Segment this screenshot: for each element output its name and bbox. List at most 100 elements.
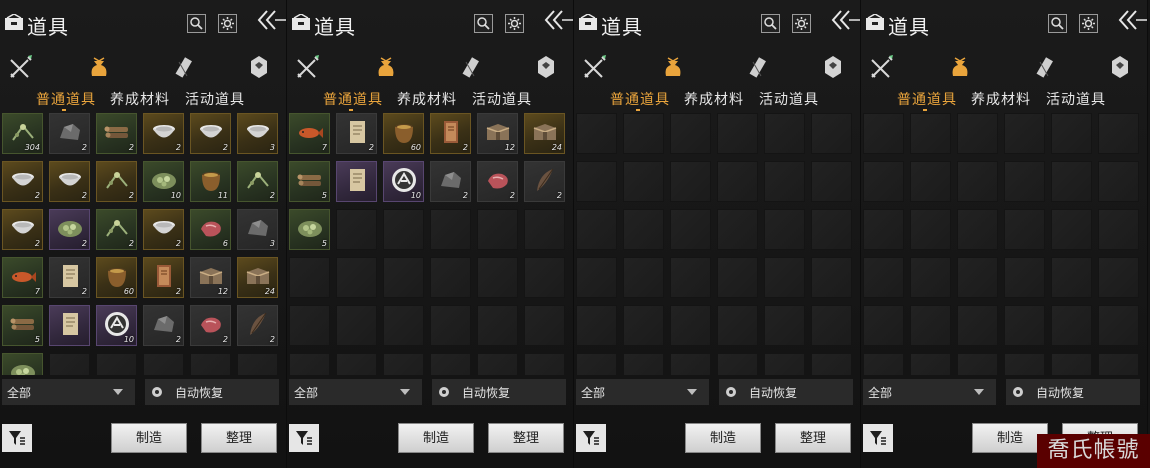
item-slot[interactable]: 2: [237, 161, 278, 202]
tab-normal-items[interactable]: 普通道具: [897, 89, 957, 109]
filter-button[interactable]: [289, 424, 319, 452]
item-slot[interactable]: 2: [430, 113, 471, 154]
item-slot[interactable]: 2: [143, 305, 184, 346]
auto-recover-button[interactable]: 自动恢复: [432, 379, 566, 405]
item-slot[interactable]: 2: [336, 113, 377, 154]
gem-category-icon[interactable]: [820, 54, 848, 82]
item-slot[interactable]: 11: [190, 161, 231, 202]
search-button[interactable]: [761, 14, 780, 33]
item-slot[interactable]: 2: [190, 305, 231, 346]
item-slot[interactable]: 60: [383, 113, 424, 154]
item-slot[interactable]: 2: [96, 209, 137, 250]
item-slot[interactable]: 24: [524, 113, 565, 154]
gem-category-icon[interactable]: [533, 54, 561, 82]
collapse-arrows-icon[interactable]: [542, 8, 574, 32]
tab-event-items[interactable]: 活动道具: [759, 89, 819, 109]
item-slot[interactable]: 2: [143, 209, 184, 250]
item-slot[interactable]: 5: [289, 161, 330, 202]
craft-button[interactable]: 制造: [398, 423, 474, 453]
scroll-category-icon[interactable]: [459, 54, 487, 82]
tab-normal-items[interactable]: 普通道具: [36, 89, 96, 109]
filter-dropdown[interactable]: 全部: [863, 379, 996, 405]
filter-dropdown[interactable]: 全部: [2, 379, 135, 405]
auto-recover-button[interactable]: 自动恢复: [719, 379, 853, 405]
craft-button[interactable]: 制造: [111, 423, 187, 453]
weapon-category-icon[interactable]: [8, 54, 36, 82]
item-slot[interactable]: 2: [143, 113, 184, 154]
item-slot[interactable]: 7: [289, 113, 330, 154]
tab-cultivation-materials[interactable]: 养成材料: [971, 89, 1031, 109]
tab-event-items[interactable]: 活动道具: [185, 89, 245, 109]
settings-button[interactable]: [792, 14, 811, 33]
settings-button[interactable]: [1079, 14, 1098, 33]
item-slot[interactable]: 3: [237, 209, 278, 250]
craft-button[interactable]: 制造: [685, 423, 761, 453]
item-slot[interactable]: 24: [237, 257, 278, 298]
gem-category-icon[interactable]: [246, 54, 274, 82]
item-slot[interactable]: 7: [2, 257, 43, 298]
gem-category-icon[interactable]: [1107, 54, 1135, 82]
item-slot[interactable]: [49, 305, 90, 346]
collapse-arrows-icon[interactable]: [255, 8, 287, 32]
item-pouch-category-icon[interactable]: [86, 54, 114, 82]
sort-button[interactable]: 整理: [775, 423, 851, 453]
item-pouch-category-icon[interactable]: [373, 54, 401, 82]
collapse-arrows-icon[interactable]: [829, 8, 861, 32]
item-slot[interactable]: 304: [2, 113, 43, 154]
item-slot[interactable]: 2: [430, 161, 471, 202]
item-slot[interactable]: 6: [190, 209, 231, 250]
weapon-category-icon[interactable]: [295, 54, 323, 82]
tab-normal-items[interactable]: 普通道具: [610, 89, 670, 109]
scroll-category-icon[interactable]: [746, 54, 774, 82]
item-slot[interactable]: 2: [96, 113, 137, 154]
item-slot[interactable]: [336, 161, 377, 202]
item-slot[interactable]: 60: [96, 257, 137, 298]
item-slot[interactable]: 10: [96, 305, 137, 346]
auto-recover-button[interactable]: 自动恢复: [1006, 379, 1140, 405]
filter-button[interactable]: [863, 424, 893, 452]
item-slot[interactable]: 5: [2, 305, 43, 346]
search-button[interactable]: [1048, 14, 1067, 33]
item-slot[interactable]: 12: [477, 113, 518, 154]
item-slot[interactable]: 2: [477, 161, 518, 202]
item-slot[interactable]: 10: [383, 161, 424, 202]
auto-recover-button[interactable]: 自动恢复: [145, 379, 279, 405]
item-slot[interactable]: 5: [2, 353, 43, 375]
item-slot[interactable]: 2: [524, 161, 565, 202]
settings-button[interactable]: [505, 14, 524, 33]
item-slot[interactable]: 2: [96, 161, 137, 202]
item-slot[interactable]: 5: [289, 209, 330, 250]
search-button[interactable]: [474, 14, 493, 33]
item-slot[interactable]: 2: [237, 305, 278, 346]
sort-button[interactable]: 整理: [201, 423, 277, 453]
item-pouch-category-icon[interactable]: [947, 54, 975, 82]
item-slot[interactable]: 2: [2, 209, 43, 250]
item-slot[interactable]: 2: [190, 113, 231, 154]
item-slot[interactable]: 2: [49, 113, 90, 154]
tab-normal-items[interactable]: 普通道具: [323, 89, 383, 109]
item-slot[interactable]: 2: [49, 209, 90, 250]
item-slot[interactable]: 2: [143, 257, 184, 298]
tab-cultivation-materials[interactable]: 养成材料: [110, 89, 170, 109]
tab-event-items[interactable]: 活动道具: [1046, 89, 1106, 109]
search-button[interactable]: [187, 14, 206, 33]
item-slot[interactable]: 2: [2, 161, 43, 202]
tab-event-items[interactable]: 活动道具: [472, 89, 532, 109]
collapse-arrows-icon[interactable]: [1116, 8, 1148, 32]
scroll-category-icon[interactable]: [172, 54, 200, 82]
weapon-category-icon[interactable]: [869, 54, 897, 82]
item-slot[interactable]: 12: [190, 257, 231, 298]
tab-cultivation-materials[interactable]: 养成材料: [397, 89, 457, 109]
item-pouch-category-icon[interactable]: [660, 54, 688, 82]
item-slot[interactable]: 2: [49, 257, 90, 298]
tab-cultivation-materials[interactable]: 养成材料: [684, 89, 744, 109]
filter-dropdown[interactable]: 全部: [289, 379, 422, 405]
scroll-category-icon[interactable]: [1033, 54, 1061, 82]
weapon-category-icon[interactable]: [582, 54, 610, 82]
item-slot[interactable]: 2: [49, 161, 90, 202]
filter-button[interactable]: [2, 424, 32, 452]
filter-dropdown[interactable]: 全部: [576, 379, 709, 405]
settings-button[interactable]: [218, 14, 237, 33]
item-slot[interactable]: 10: [143, 161, 184, 202]
sort-button[interactable]: 整理: [488, 423, 564, 453]
